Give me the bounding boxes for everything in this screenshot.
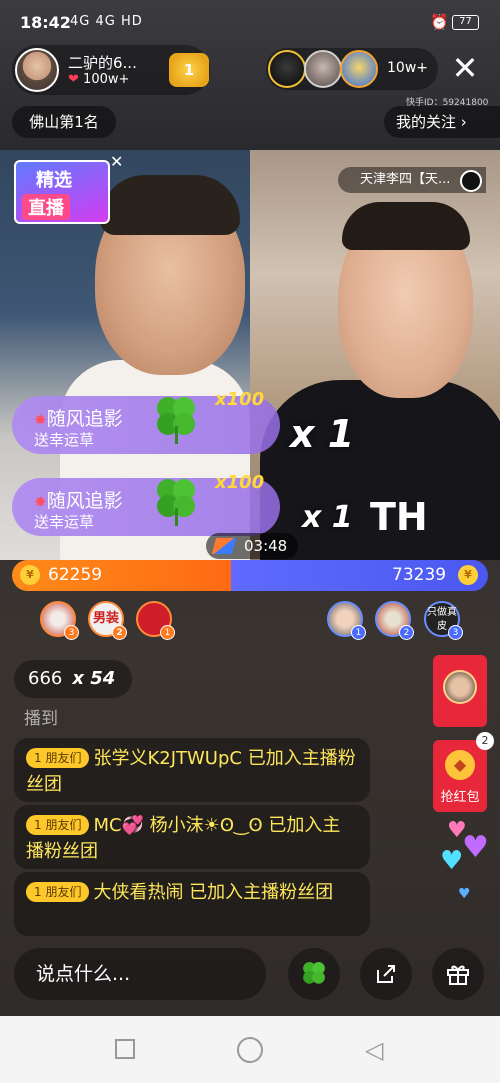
close-icon[interactable]: ✕ bbox=[110, 152, 123, 171]
share-button[interactable] bbox=[360, 948, 412, 1000]
host-likes: ❤ 100w+ bbox=[68, 72, 129, 87]
featured-live-badge[interactable]: 精选 直播 bbox=[14, 160, 110, 224]
score-right-fill bbox=[231, 560, 488, 591]
red-packet-icon: ◆ bbox=[445, 750, 475, 780]
status-time: 18:42 bbox=[20, 13, 71, 32]
gift-multiplier: x100 bbox=[215, 472, 265, 493]
share-icon bbox=[377, 965, 395, 983]
opponent-score: 73239 bbox=[392, 565, 447, 585]
close-icon[interactable]: ✕ bbox=[450, 52, 480, 84]
supporter-avatar[interactable]: 1 bbox=[327, 601, 366, 640]
host-score: 62259 bbox=[48, 565, 103, 585]
spark-icon: ✸ bbox=[34, 411, 47, 429]
heart-icon: ❤ bbox=[68, 72, 79, 87]
coin-icon: ¥ bbox=[458, 565, 478, 585]
featured-live-line2: 直播 bbox=[22, 194, 70, 220]
grab-red-packet-button[interactable]: ◆ 抢红包 bbox=[433, 740, 487, 812]
host-avatar bbox=[443, 670, 477, 704]
supporter-avatar[interactable]: 3 bbox=[40, 601, 79, 640]
alarm-icon: ⏰ bbox=[430, 13, 449, 31]
status-bar: 18:42 4G 4G HD ⏰ 77 bbox=[0, 0, 500, 46]
gift-icon bbox=[447, 965, 469, 985]
clover-gift-button[interactable] bbox=[288, 948, 340, 1000]
viewer-count[interactable]: 10w+ bbox=[387, 60, 428, 76]
battery-icon: 77 bbox=[452, 15, 479, 30]
heart-icon: ♥ bbox=[458, 886, 471, 902]
shirt-print: TH bbox=[370, 495, 428, 539]
clover-icon bbox=[157, 479, 195, 526]
clover-icon bbox=[157, 397, 195, 444]
heart-icon: ♥ bbox=[440, 846, 464, 876]
supporter-rank: 2 bbox=[399, 625, 414, 640]
score-left-fill bbox=[12, 560, 231, 591]
gift-sender: 随风追影 bbox=[46, 408, 123, 430]
chat-input[interactable]: 说点什么... bbox=[14, 948, 266, 1000]
recents-icon[interactable] bbox=[115, 1039, 135, 1059]
viewer-avatar[interactable] bbox=[340, 50, 378, 88]
coin-icon: ¥ bbox=[20, 565, 40, 585]
fan-club-tag: 1 朋友们 bbox=[26, 882, 90, 902]
gift-combo-count: 666 bbox=[28, 668, 63, 689]
supporter-avatar[interactable]: 1 bbox=[136, 601, 175, 640]
host-hair bbox=[100, 175, 240, 235]
comment-text: 大侠看热闹 已加入主播粉丝团 bbox=[93, 882, 334, 903]
host-likes-count: 100w+ bbox=[83, 72, 130, 87]
host-card[interactable]: 二驴的6... ❤ 100w+ 1 bbox=[12, 45, 210, 95]
pk-icon bbox=[211, 538, 237, 554]
featured-live-line1: 精选 bbox=[36, 170, 72, 191]
spark-icon: ✸ bbox=[34, 493, 47, 511]
supporter-rank: 1 bbox=[351, 625, 366, 640]
gift-multiplier: x100 bbox=[215, 389, 265, 410]
gift-combo-count: x 1 bbox=[302, 500, 353, 535]
viewer-avatar[interactable] bbox=[268, 50, 306, 88]
opponent-avatar[interactable] bbox=[460, 170, 482, 192]
red-packet-host[interactable] bbox=[433, 655, 487, 727]
supporter-rank: 2 bbox=[112, 625, 127, 640]
gift-description: 送幸运草 bbox=[34, 513, 95, 531]
back-icon[interactable]: ◁ bbox=[365, 1036, 383, 1064]
supporter-avatar[interactable]: 男装 2 bbox=[88, 601, 127, 640]
pk-score-bar: ¥ 62259 73239 ¥ bbox=[12, 560, 488, 591]
opponent-hair bbox=[342, 202, 470, 250]
gift-button[interactable] bbox=[432, 948, 484, 1000]
comment-item[interactable]: 1 朋友们 大侠看热闹 已加入主播粉丝团 bbox=[14, 872, 370, 936]
red-packet-count: 2 bbox=[476, 732, 494, 750]
faded-comment: 播到 bbox=[24, 709, 58, 729]
heart-icon: ♥ bbox=[462, 830, 489, 865]
gift-combo-multiplier: x 54 bbox=[72, 668, 116, 689]
gift-combo-pill: 666 x 54 bbox=[14, 660, 132, 698]
home-icon[interactable] bbox=[237, 1037, 263, 1063]
fan-club-tag: 1 朋友们 bbox=[26, 815, 90, 835]
supporter-avatar[interactable]: 只做真皮 3 bbox=[424, 601, 463, 640]
gift-description: 送幸运草 bbox=[34, 431, 95, 449]
supporter-label: 男装 bbox=[92, 611, 119, 626]
supporter-rank: 3 bbox=[64, 625, 79, 640]
fan-badge-icon[interactable]: 1 bbox=[169, 53, 209, 87]
host-name: 二驴的6... bbox=[68, 54, 137, 72]
top-viewers[interactable]: 10w+ bbox=[266, 48, 438, 90]
viewer-avatar[interactable] bbox=[304, 50, 342, 88]
city-rank-button[interactable]: 佛山第1名 bbox=[12, 106, 116, 138]
comment-item[interactable]: 1 朋友们 MC💞 杨小沫☀ʘ‿ʘ 已加入主播粉丝团 bbox=[14, 805, 370, 869]
supporter-rank: 1 bbox=[160, 625, 175, 640]
clover-icon bbox=[303, 962, 325, 984]
supporter-avatar[interactable]: 2 bbox=[375, 601, 414, 640]
fan-club-tag: 1 朋友们 bbox=[26, 748, 90, 768]
supporter-rank: 3 bbox=[448, 625, 463, 640]
gift-combo-count: x 1 bbox=[290, 412, 355, 456]
comment-item[interactable]: 1 朋友们 张学义K2JTWUpC 已加入主播粉丝团 bbox=[14, 738, 370, 802]
my-follow-button[interactable]: 我的关注 › bbox=[384, 106, 500, 138]
opponent-video[interactable]: TH bbox=[250, 150, 500, 560]
host-avatar[interactable] bbox=[15, 48, 59, 92]
red-packet-label: 抢红包 bbox=[440, 790, 480, 805]
network-indicator: 4G 4G HD bbox=[70, 14, 143, 29]
system-nav-bar: ◁ bbox=[0, 1016, 500, 1083]
gift-sender: 随风追影 bbox=[46, 490, 123, 512]
